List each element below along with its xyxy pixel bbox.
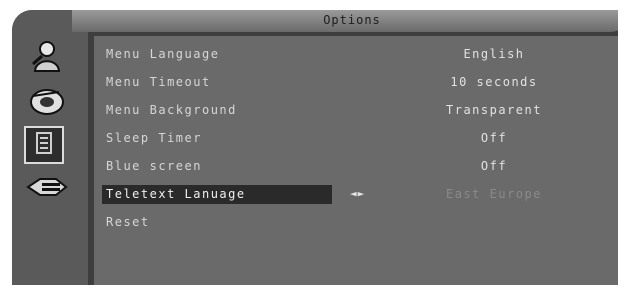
setting-row-menu-language[interactable]: Menu Language English <box>94 44 618 66</box>
setting-label: Menu Timeout <box>106 75 211 89</box>
setting-label: Menu Background <box>106 103 237 117</box>
menu-title-bar: Options <box>72 10 618 32</box>
disc-icon <box>29 86 65 120</box>
left-right-arrows-icon[interactable]: ◄► <box>350 187 365 200</box>
sidebar-item-sound[interactable] <box>22 84 72 122</box>
setting-label: Blue screen <box>106 159 202 173</box>
setting-label: Reset <box>106 215 150 229</box>
setting-row-menu-background[interactable]: Menu Background Transparent <box>94 100 618 122</box>
setting-label: Teletext Lanuage <box>106 187 246 201</box>
menu-title: Options <box>323 13 381 27</box>
settings-list: Menu Language English Menu Timeout 10 se… <box>94 36 618 285</box>
setting-label: Menu Language <box>106 47 220 61</box>
setting-value: East Europe <box>446 187 542 201</box>
options-menu-panel: Options Menu Language English Menu Timeo… <box>12 10 618 285</box>
setting-row-sleep-timer[interactable]: Sleep Timer Off <box>94 128 618 150</box>
option-icon <box>35 131 53 159</box>
setting-label: Sleep Timer <box>106 131 202 145</box>
connector-icon <box>26 175 68 203</box>
setting-value: Off <box>480 159 508 173</box>
sidebar-item-options[interactable] <box>24 126 64 164</box>
setting-row-menu-timeout[interactable]: Menu Timeout 10 seconds <box>94 72 618 94</box>
setting-value: English <box>463 47 525 61</box>
setting-value: 10 seconds <box>450 75 538 89</box>
setting-row-blue-screen[interactable]: Blue screen Off <box>94 156 618 178</box>
sidebar-item-setup[interactable] <box>22 170 72 208</box>
setting-row-teletext-language[interactable]: Teletext Lanuage ◄► East Europe <box>94 184 618 206</box>
setting-value: Off <box>480 131 508 145</box>
screenshot-frame: Options Menu Language English Menu Timeo… <box>0 0 628 291</box>
sidebar-item-picture[interactable] <box>22 38 72 76</box>
setting-value: Transparent <box>446 103 542 117</box>
person-icon <box>30 38 64 76</box>
menu-sidebar <box>12 10 88 285</box>
setting-row-reset[interactable]: Reset <box>94 212 618 234</box>
